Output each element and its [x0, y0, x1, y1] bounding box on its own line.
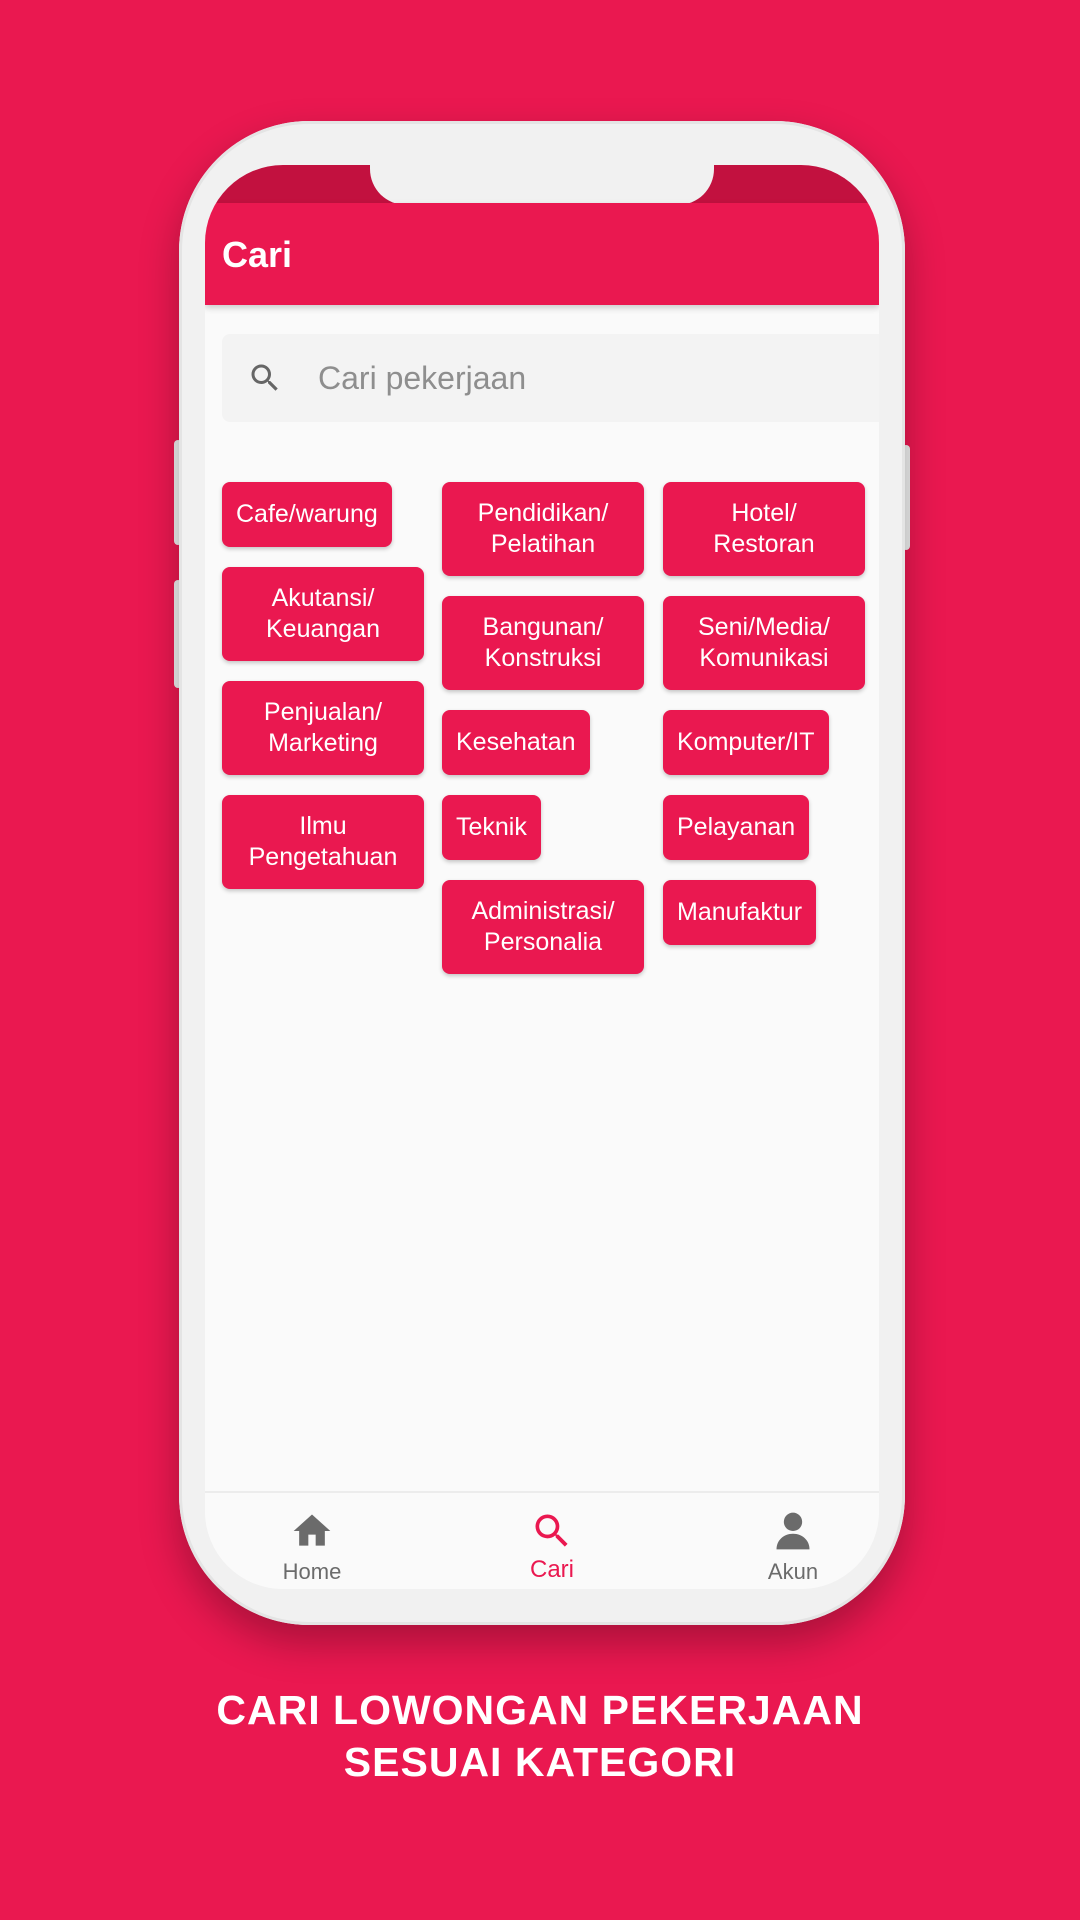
category-chip-ilmu-pengetahuan[interactable]: Ilmu Pengetahuan — [222, 795, 424, 889]
category-chip-penjualan-marketing[interactable]: Penjualan/Marketing — [222, 681, 424, 775]
app-bar: Cari — [205, 203, 879, 305]
category-chip-akutansi-keuangan[interactable]: Akutansi/Keuangan — [222, 567, 424, 661]
nav-label-akun: Akun — [767, 1559, 819, 1584]
category-column: Pendidikan/Pelatihan Bangunan/Konstruksi… — [442, 482, 644, 974]
category-chip-manufaktur[interactable]: Manufaktur — [663, 880, 817, 945]
category-chip-bangunan-konstruksi[interactable]: Bangunan/Konstruksi — [442, 596, 644, 690]
category-column: Hotel/Restoran Seni/Media/Komunikasi Kom… — [663, 482, 865, 945]
page-title: Cari — [222, 234, 293, 275]
account-icon — [776, 1512, 810, 1550]
category-chip-seni-media-komunikasi[interactable]: Seni/Media/Komunikasi — [663, 596, 865, 690]
nav-label-cari: Cari — [529, 1556, 574, 1583]
category-chip-komputer-it[interactable]: Komputer/IT — [663, 710, 829, 775]
search-icon — [535, 1514, 568, 1547]
category-column: Cafe/warung Akutansi/Keuangan Penjualan/… — [222, 482, 424, 889]
nav-label-home: Home — [282, 1559, 342, 1584]
phone-screen: Cari Cari pekerjaan Cafe/warung Akutansi… — [205, 165, 879, 1589]
promo-caption-line: CARI LOWONGAN PEKERJAAN — [216, 1687, 864, 1733]
search-icon — [251, 364, 278, 391]
category-chip-hotel-restoran[interactable]: Hotel/Restoran — [663, 482, 865, 576]
search-input[interactable]: Cari pekerjaan — [222, 334, 879, 422]
category-chip-kesehatan[interactable]: Kesehatan — [442, 710, 590, 775]
nav-item-home[interactable]: Home — [232, 1493, 392, 1589]
promo-caption: CARI LOWONGAN PEKERJAAN SESUAI KATEGORI — [0, 1684, 1080, 1788]
search-placeholder: Cari pekerjaan — [318, 360, 527, 396]
phone-notch — [370, 165, 714, 205]
category-chip-pendidikan-pelatihan[interactable]: Pendidikan/Pelatihan — [442, 482, 644, 576]
promo-caption-line: SESUAI KATEGORI — [343, 1739, 737, 1785]
nav-item-cari[interactable]: Cari — [472, 1493, 632, 1589]
category-chip-cafe-warung[interactable]: Cafe/warung — [222, 482, 392, 547]
category-chip-teknik[interactable]: Teknik — [442, 795, 541, 860]
home-icon — [293, 1514, 331, 1546]
category-chip-pelayanan[interactable]: Pelayanan — [663, 795, 810, 860]
bottom-navigation: Home Cari Akun — [205, 1491, 879, 1589]
nav-item-akun[interactable]: Akun — [713, 1493, 873, 1589]
category-chip-administrasi-personalia[interactable]: Administrasi/Personalia — [442, 880, 644, 974]
